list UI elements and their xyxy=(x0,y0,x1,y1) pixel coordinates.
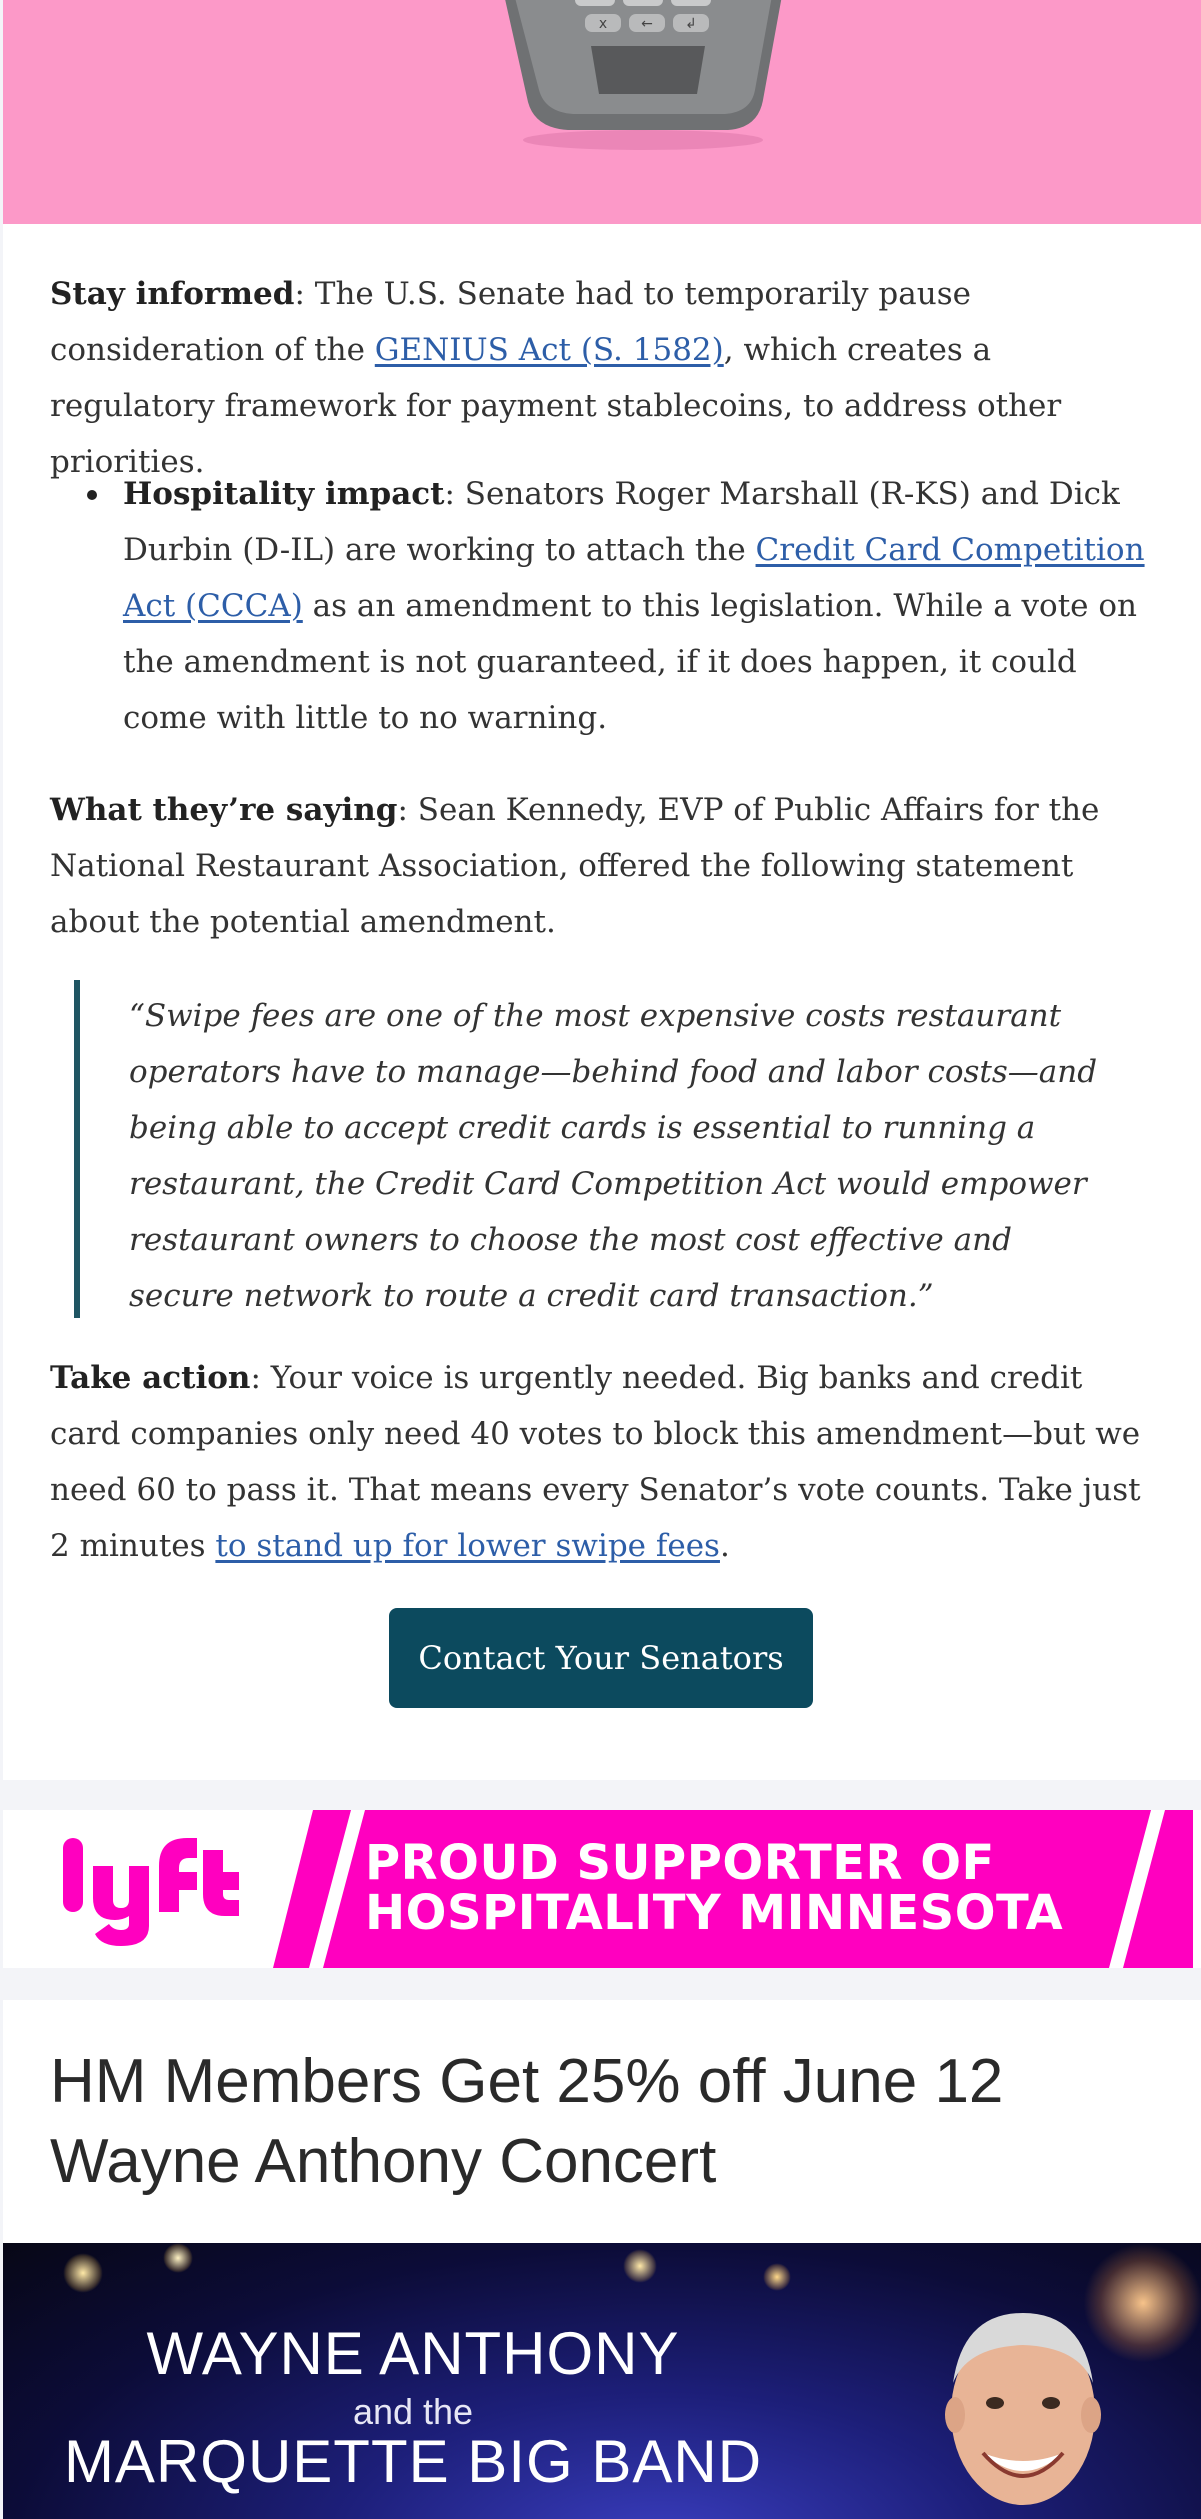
what-theyre-saying-lead: What they’re saying xyxy=(50,792,398,828)
performer-photo xyxy=(945,2313,1101,2505)
poster-line-3: MARQUETTE BIG BAND xyxy=(63,2428,763,2495)
impact-list: Hospitality impact: Senators Roger Marsh… xyxy=(87,466,1153,746)
stage-light xyxy=(623,2249,657,2283)
email-page: x ← ↲ Stay informed: The U.S. Senate had… xyxy=(0,0,1201,2519)
take-action-paragraph: Take action: Your voice is urgently need… xyxy=(50,1350,1160,1574)
article-section: Stay informed: The U.S. Senate had to te… xyxy=(3,224,1201,1780)
stay-informed-paragraph: Stay informed: The U.S. Senate had to te… xyxy=(50,266,1160,490)
svg-text:←: ← xyxy=(641,16,653,32)
card-terminal-image: x ← ↲ xyxy=(505,0,782,150)
contact-senators-button[interactable]: Contact Your Senators xyxy=(389,1608,813,1708)
hero-banner: x ← ↲ xyxy=(3,0,1201,224)
sponsor-tagline: PROUD SUPPORTER OF HOSPITALITY MINNESOTA xyxy=(365,1838,1125,1938)
take-action-text-end: . xyxy=(719,1528,730,1564)
svg-text:↲: ↲ xyxy=(685,16,697,32)
sponsor-banner[interactable]: PROUD SUPPORTER OF HOSPITALITY MINNESOTA xyxy=(3,1810,1201,1968)
stage-light xyxy=(63,2253,103,2293)
svg-text:x: x xyxy=(599,16,607,32)
event-title: HM Members Get 25% off June 12 Wayne Ant… xyxy=(50,2042,1150,2202)
take-action-lead: Take action xyxy=(50,1360,251,1396)
lyft-logo xyxy=(63,1838,239,1946)
swipe-fee-quote: “Swipe fees are one of the most expensiv… xyxy=(74,980,1114,1318)
sponsor-line-2: HOSPITALITY MINNESOTA xyxy=(365,1885,1064,1941)
event-title-line-1: HM Members Get 25% off June 12 xyxy=(50,2047,1004,2116)
event-title-line-2: Wayne Anthony Concert xyxy=(50,2127,717,2196)
poster-line-1: WAYNE ANTHONY xyxy=(146,2320,680,2387)
genius-act-link[interactable]: GENIUS Act (S. 1582) xyxy=(375,332,724,368)
swipe-fees-link[interactable]: to stand up for lower swipe fees xyxy=(215,1528,720,1564)
stage-light xyxy=(163,2243,193,2273)
hospitality-impact-item: Hospitality impact: Senators Roger Marsh… xyxy=(87,466,1153,746)
stay-informed-lead: Stay informed xyxy=(50,276,295,312)
concert-poster[interactable]: WAYNE ANTHONY and the MARQUETTE BIG BAND xyxy=(3,2243,1201,2519)
event-section: HM Members Get 25% off June 12 Wayne Ant… xyxy=(3,2000,1201,2243)
stage-light xyxy=(763,2263,791,2291)
what-theyre-saying-paragraph: What they’re saying: Sean Kennedy, EVP o… xyxy=(50,782,1160,950)
hospitality-impact-lead: Hospitality impact xyxy=(123,476,445,512)
sponsor-line-1: PROUD SUPPORTER OF xyxy=(365,1835,995,1891)
